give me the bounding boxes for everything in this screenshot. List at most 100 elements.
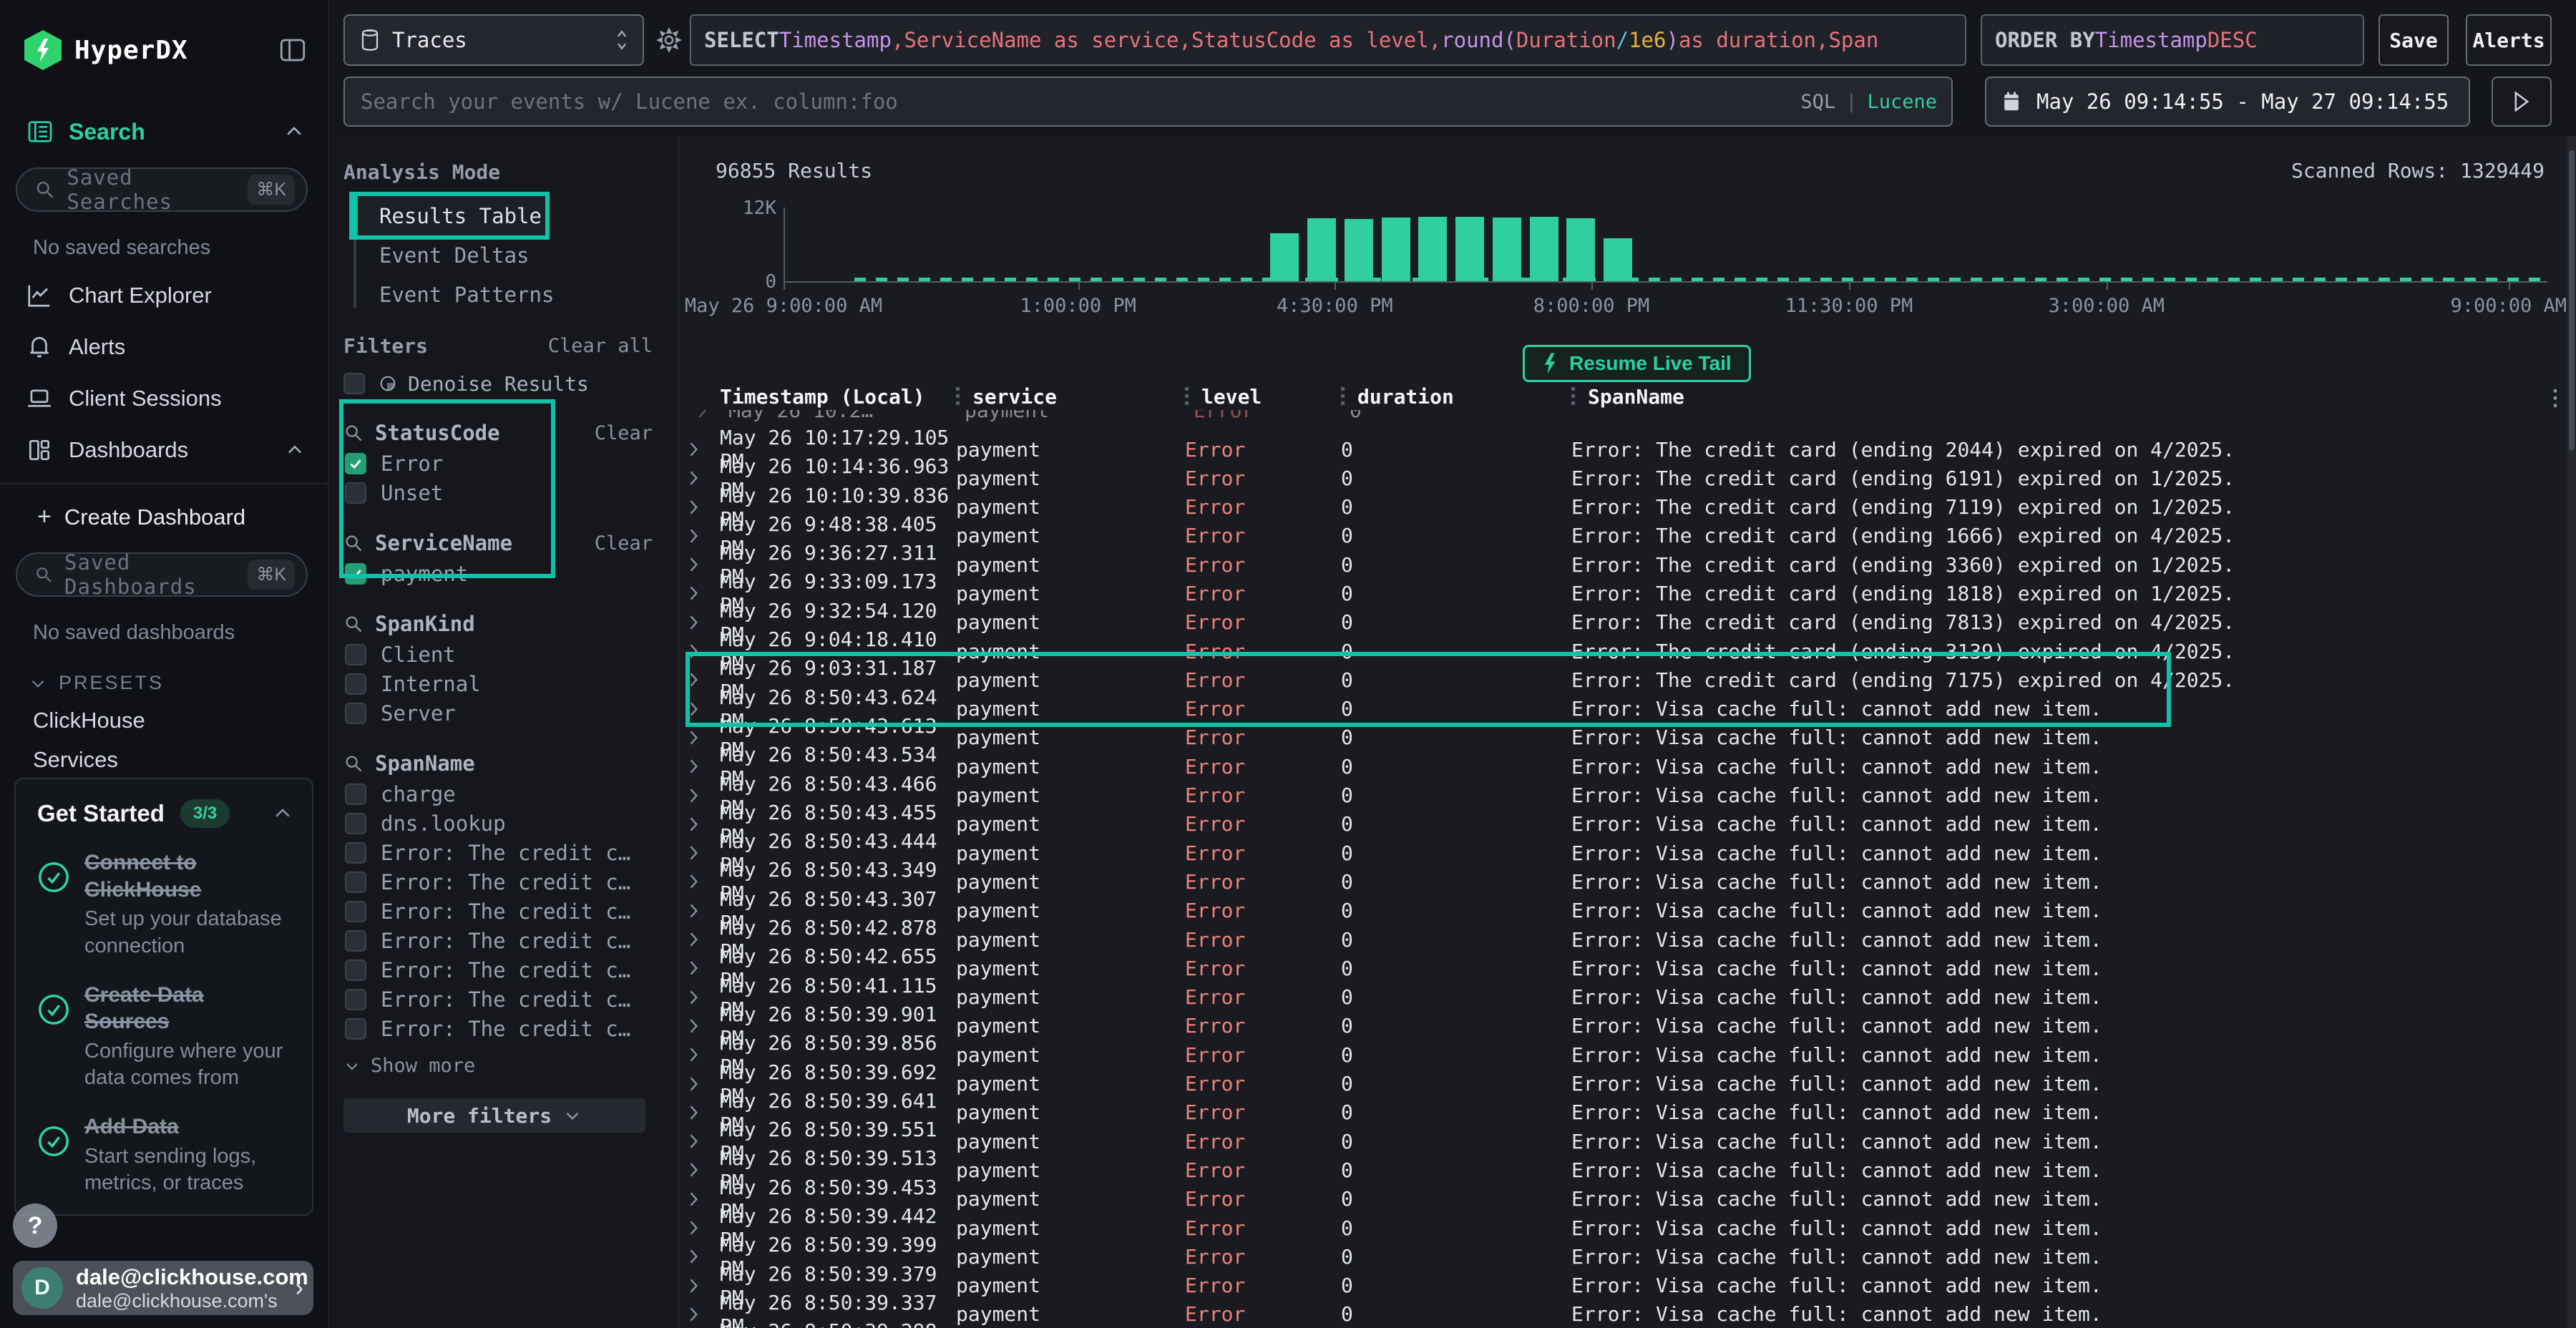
table-row[interactable]: May 26 10:2…paymentError0Error: The cred…: [680, 410, 2567, 426]
filter-option-server[interactable]: Server: [343, 698, 653, 728]
histogram-bar[interactable]: [1307, 218, 1336, 281]
filter-option-internal[interactable]: Internal: [343, 669, 653, 698]
row-expand-chevron-icon[interactable]: [688, 1162, 720, 1178]
search-input[interactable]: [343, 77, 1953, 127]
preset-item-clickhouse[interactable]: ClickHouse: [0, 694, 328, 733]
order-by-editor[interactable]: ORDER BY Timestamp DESC: [1981, 14, 2364, 66]
row-expand-chevron-icon[interactable]: [688, 1307, 720, 1322]
row-expand-chevron-icon[interactable]: [688, 730, 720, 746]
row-expand-chevron-icon[interactable]: [688, 701, 720, 717]
chevron-up-icon[interactable]: [283, 121, 305, 142]
vertical-scrollbar[interactable]: [2567, 136, 2576, 1328]
row-expand-chevron-icon[interactable]: [688, 1220, 720, 1236]
checkbox[interactable]: [345, 644, 366, 665]
lang-sql-option[interactable]: SQL: [1800, 91, 1835, 113]
checkbox[interactable]: [345, 673, 366, 695]
checkbox[interactable]: [345, 453, 366, 474]
checkbox[interactable]: [345, 989, 366, 1010]
sidebar-item-client-sessions[interactable]: Client Sessions: [0, 373, 328, 424]
filter-option-client[interactable]: Client: [343, 640, 653, 669]
column-header-service[interactable]: service: [956, 383, 1185, 410]
row-expand-chevron-icon[interactable]: [688, 758, 720, 774]
save-button[interactable]: Save: [2379, 14, 2449, 66]
user-menu[interactable]: D dale@clickhouse.com dale@clickhouse.co…: [13, 1261, 313, 1315]
analysis-mode-results-table[interactable]: Results Table: [353, 196, 545, 235]
histogram-bar[interactable]: [1604, 238, 1632, 281]
presets-toggle[interactable]: PRESETS: [0, 645, 328, 694]
column-resize-handle[interactable]: [1185, 387, 1189, 406]
run-query-button[interactable]: [2492, 77, 2552, 127]
get-started-item[interactable]: Create Data SourcesConfigure where your …: [37, 982, 293, 1092]
column-resize-handle[interactable]: [956, 387, 960, 406]
histogram-bar[interactable]: [1418, 217, 1447, 281]
column-header-level[interactable]: level: [1185, 383, 1341, 410]
column-header-duration[interactable]: duration: [1341, 383, 1571, 410]
source-settings-gear-icon[interactable]: [655, 26, 683, 54]
analysis-mode-event-patterns[interactable]: Event Patterns: [353, 275, 653, 314]
denoise-checkbox[interactable]: [343, 373, 365, 394]
date-range-picker[interactable]: May 26 09:14:55 - May 27 09:14:55: [1985, 77, 2470, 127]
filter-option-error-the-credit-card-[interactable]: Error: The credit card …: [343, 867, 653, 897]
row-expand-chevron-icon[interactable]: [688, 672, 720, 688]
checkbox[interactable]: [345, 1018, 366, 1040]
column-resize-handle[interactable]: [1571, 387, 1575, 406]
filter-option-dns-lookup[interactable]: dns.lookup: [343, 809, 653, 838]
checkbox[interactable]: [345, 783, 366, 805]
sql-select-editor[interactable]: SELECT Timestamp, ServiceName as service…: [690, 14, 1966, 66]
filter-option-error[interactable]: Error: [343, 449, 653, 478]
row-expand-chevron-icon[interactable]: [688, 1105, 720, 1120]
clear-filter-button[interactable]: Clear: [595, 532, 653, 555]
chevron-up-icon[interactable]: [272, 803, 293, 824]
clear-filter-button[interactable]: Clear: [595, 422, 653, 444]
checkbox[interactable]: [345, 482, 366, 504]
row-expand-chevron-icon[interactable]: [688, 1018, 720, 1034]
column-header-spanname[interactable]: SpanName: [1571, 383, 2567, 410]
show-more-button[interactable]: Show more: [343, 1055, 653, 1077]
create-dashboard-button[interactable]: + Create Dashboard: [0, 484, 328, 531]
row-expand-chevron-icon[interactable]: [688, 1249, 720, 1264]
row-expand-chevron-icon[interactable]: [688, 788, 720, 804]
sidebar-item-search[interactable]: Search: [0, 117, 328, 146]
help-button[interactable]: ?: [13, 1204, 57, 1248]
row-expand-chevron-icon[interactable]: [688, 441, 720, 457]
row-expand-chevron-icon[interactable]: [688, 960, 720, 976]
denoise-results-toggle[interactable]: Denoise Results: [343, 370, 653, 397]
saved-searches-input[interactable]: Saved Searches ⌘K: [16, 167, 308, 212]
filter-option-error-the-credit-card-[interactable]: Error: The credit card …: [343, 985, 653, 1014]
sidebar-item-dashboards[interactable]: Dashboards: [0, 424, 328, 476]
row-expand-chevron-icon[interactable]: [688, 585, 720, 601]
histogram-bar[interactable]: [1345, 219, 1373, 281]
checkbox[interactable]: [345, 872, 366, 893]
column-resize-handle[interactable]: [1341, 387, 1345, 406]
lang-lucene-option[interactable]: Lucene: [1867, 91, 1937, 113]
resume-live-tail-button[interactable]: Resume Live Tail: [1523, 345, 1751, 382]
row-expand-chevron-icon[interactable]: [688, 557, 720, 572]
histogram-bar[interactable]: [1493, 218, 1521, 281]
preset-item-services[interactable]: Services: [0, 733, 328, 773]
source-select[interactable]: Traces: [343, 14, 644, 66]
row-expand-chevron-icon[interactable]: [688, 1133, 720, 1149]
checkbox[interactable]: [345, 960, 366, 981]
get-started-item[interactable]: Add DataStart sending logs, metrics, or …: [37, 1113, 293, 1197]
row-expand-chevron-icon[interactable]: [688, 1076, 720, 1092]
histogram-bar[interactable]: [1270, 233, 1299, 281]
filter-option-error-the-credit-card-[interactable]: Error: The credit card …: [343, 897, 653, 926]
chart-plot[interactable]: [784, 208, 2547, 281]
column-header-timestamp-local-[interactable]: Timestamp (Local): [720, 383, 956, 410]
row-expand-chevron-icon[interactable]: [688, 1191, 720, 1207]
row-expand-chevron-icon[interactable]: [697, 410, 728, 419]
row-expand-chevron-icon[interactable]: [688, 990, 720, 1005]
row-expand-chevron-icon[interactable]: [688, 932, 720, 947]
chevron-up-icon[interactable]: [285, 440, 305, 460]
row-expand-chevron-icon[interactable]: [688, 1047, 720, 1063]
saved-dashboards-input[interactable]: Saved Dashboards ⌘K: [16, 552, 308, 597]
alerts-button[interactable]: Alerts: [2466, 14, 2552, 66]
filter-option-error-the-credit-card-[interactable]: Error: The credit card …: [343, 838, 653, 867]
filter-option-unset[interactable]: Unset: [343, 478, 653, 507]
sidebar-item-alerts[interactable]: Alerts: [0, 321, 328, 373]
filter-option-payment[interactable]: payment: [343, 559, 653, 588]
clear-all-filters-button[interactable]: Clear all: [548, 335, 653, 357]
checkbox[interactable]: [345, 842, 366, 864]
checkbox[interactable]: [345, 563, 366, 585]
histogram-bar[interactable]: [1530, 217, 1558, 281]
